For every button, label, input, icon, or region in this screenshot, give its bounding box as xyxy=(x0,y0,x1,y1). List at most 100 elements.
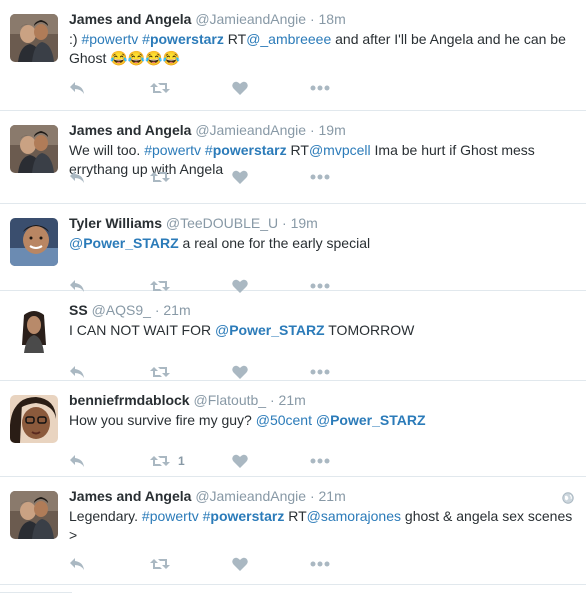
heart-icon xyxy=(232,365,248,379)
text-segment: Legendary. xyxy=(69,508,142,524)
username-handle[interactable]: @AQS9_ xyxy=(92,302,151,318)
retweet-icon xyxy=(150,81,170,95)
username-handle[interactable]: @JamieandAngie xyxy=(195,11,306,27)
more-icon xyxy=(310,369,330,375)
tweet-header: SS @AQS9_ · 21m xyxy=(69,301,574,319)
reply-button[interactable] xyxy=(69,78,85,98)
like-button[interactable] xyxy=(232,451,248,471)
emoji: 😂😂😂😂 xyxy=(110,50,180,66)
mention-link[interactable]: @Power_STARZ xyxy=(69,235,179,251)
retweet-icon xyxy=(150,170,170,184)
more-button[interactable] xyxy=(310,362,330,382)
reply-button[interactable] xyxy=(69,167,85,187)
retweet-button[interactable]: 1 xyxy=(150,451,185,471)
mention-link[interactable]: @Power_STARZ xyxy=(316,412,426,428)
link-prefix: @ xyxy=(69,235,84,251)
tweet-header: Tyler Williams @TeeDOUBLE_U · 19m xyxy=(69,214,574,232)
globe-icon[interactable] xyxy=(562,491,574,509)
reply-icon xyxy=(69,454,85,468)
retweet-button[interactable] xyxy=(150,78,170,98)
mention-link[interactable]: @50cent xyxy=(256,412,312,428)
timestamp[interactable]: 21m xyxy=(279,392,306,408)
tweet[interactable]: SS @AQS9_ · 21m I CAN NOT WAIT FOR @Power… xyxy=(0,291,586,381)
timestamp[interactable]: 21m xyxy=(319,488,346,504)
more-icon xyxy=(310,458,330,464)
username-handle[interactable]: @JamieandAngie xyxy=(195,488,306,504)
display-name[interactable]: SS xyxy=(69,302,88,318)
reply-icon xyxy=(69,557,85,571)
reply-button[interactable] xyxy=(69,362,85,382)
heart-icon xyxy=(232,81,248,95)
separator: · xyxy=(309,122,315,138)
avatar[interactable] xyxy=(10,395,58,443)
username-handle[interactable]: @JamieandAngie xyxy=(195,122,306,138)
hashtag-link[interactable]: #powerstarz xyxy=(142,31,224,47)
avatar[interactable] xyxy=(10,14,58,62)
display-name[interactable]: benniefrmdablock xyxy=(69,392,190,408)
heart-icon xyxy=(232,170,248,184)
retweet-button[interactable] xyxy=(150,554,170,574)
tweet[interactable]: James and Angela @JamieandAngie · 21m Leg… xyxy=(0,477,586,585)
more-icon xyxy=(310,561,330,567)
text-segment: I CAN NOT WAIT FOR xyxy=(69,322,215,338)
username-handle[interactable]: @TeeDOUBLE_U xyxy=(166,215,278,231)
mention-link[interactable]: @_ambreeee xyxy=(246,31,331,47)
separator: · xyxy=(154,302,160,318)
timestamp[interactable]: 21m xyxy=(163,302,190,318)
link-prefix: # xyxy=(142,31,150,47)
retweet-button[interactable] xyxy=(150,362,170,382)
tweet[interactable]: James and Angela @JamieandAngie · 18m :) … xyxy=(0,0,586,111)
more-button[interactable] xyxy=(310,451,330,471)
like-button[interactable] xyxy=(232,362,248,382)
text-segment: a real one for the early special xyxy=(178,235,371,251)
hashtag-link[interactable]: #powertv xyxy=(142,508,199,524)
tweet[interactable]: James and Angela @JamieandAngie · 19m We … xyxy=(0,111,586,204)
like-button[interactable] xyxy=(232,78,248,98)
display-name[interactable]: James and Angela xyxy=(69,11,191,27)
more-icon xyxy=(310,283,330,289)
avatar[interactable] xyxy=(10,491,58,539)
more-button[interactable] xyxy=(310,78,330,98)
separator: · xyxy=(309,11,315,27)
display-name[interactable]: James and Angela xyxy=(69,122,191,138)
avatar[interactable] xyxy=(10,305,58,353)
username-handle[interactable]: @Flatoutb_ xyxy=(193,392,266,408)
mention-link[interactable]: @mvpcell xyxy=(309,142,371,158)
separator: · xyxy=(282,215,287,231)
tweet[interactable]: benniefrmdablock @Flatoutb_ · 21m How you… xyxy=(0,381,586,477)
tweet-header: benniefrmdablock @Flatoutb_ · 21m xyxy=(69,391,574,409)
more-button[interactable] xyxy=(310,167,330,187)
more-button[interactable] xyxy=(310,554,330,574)
heart-icon xyxy=(232,454,248,468)
avatar[interactable] xyxy=(10,125,58,173)
tweet-header: James and Angela @JamieandAngie · 21m xyxy=(69,487,574,505)
hashtag-link[interactable]: #powerstarz xyxy=(203,508,285,524)
retweet-button[interactable] xyxy=(150,167,170,187)
tweet-text: :) #powertv #powerstarz RT@_ambreeee and… xyxy=(69,30,574,68)
more-icon xyxy=(310,85,330,91)
hashtag-link[interactable]: #powerstarz xyxy=(205,142,287,158)
reply-button[interactable] xyxy=(69,554,85,574)
timestamp[interactable]: 19m xyxy=(291,215,318,231)
timestamp[interactable]: 19m xyxy=(319,122,346,138)
timestamp[interactable]: 18m xyxy=(319,11,346,27)
like-button[interactable] xyxy=(232,167,248,187)
avatar[interactable] xyxy=(10,218,58,266)
text-segment: RT xyxy=(223,31,247,47)
link-highlight: powerstarz xyxy=(149,31,224,47)
tweet-header: James and Angela @JamieandAngie · 19m xyxy=(69,121,574,139)
like-button[interactable] xyxy=(232,554,248,574)
separator: · xyxy=(309,488,315,504)
text-segment: RT xyxy=(284,508,307,524)
mention-link[interactable]: @samorajones xyxy=(307,508,401,524)
mention-link[interactable]: @Power_STARZ xyxy=(215,322,325,338)
display-name[interactable]: Tyler Williams xyxy=(69,215,162,231)
display-name[interactable]: James and Angela xyxy=(69,488,191,504)
reply-icon xyxy=(69,170,85,184)
text-segment: :) xyxy=(69,31,82,47)
tweet[interactable]: Tyler Williams @TeeDOUBLE_U · 19m @Power_… xyxy=(0,204,586,293)
hashtag-link[interactable]: #powertv xyxy=(81,31,138,47)
hashtag-link[interactable]: #powertv xyxy=(144,142,201,158)
tweet-text: Legendary. #powertv #powerstarz RT@samor… xyxy=(69,507,574,545)
reply-button[interactable] xyxy=(69,451,85,471)
